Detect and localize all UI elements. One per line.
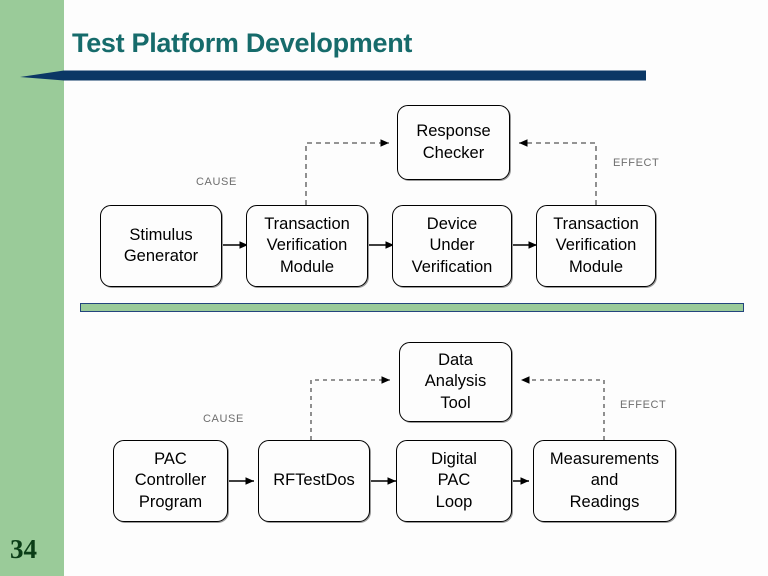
slide-canvas: 34 Test Platform Development Response Ch… <box>0 0 768 576</box>
section-divider <box>80 303 744 312</box>
node-line: Digital <box>431 450 477 469</box>
title-arrow-divider <box>20 70 646 81</box>
node-line: Program <box>138 492 203 511</box>
node-line: PAC <box>154 450 187 469</box>
node-line: Verification <box>266 236 348 255</box>
dashed-cause-path-bottom <box>310 376 390 440</box>
node-line: Stimulus <box>129 225 193 244</box>
diagram-verification-flow: Response Checker Stimulus Generator Tran… <box>0 95 768 300</box>
dashed-cause-path-top <box>305 139 389 205</box>
node-transaction-verification-module-2[interactable]: Transaction Verification Module <box>536 205 656 287</box>
node-line: Analysis <box>424 372 487 391</box>
node-data-analysis-tool[interactable]: Data Analysis Tool <box>399 342 512 422</box>
node-line: Tool <box>440 393 471 412</box>
node-line: Transaction <box>553 215 639 234</box>
node-line: and <box>590 471 619 490</box>
node-device-under-verification[interactable]: Device Under Verification <box>392 205 512 287</box>
label-effect-bottom: EFFECT <box>620 399 667 411</box>
dashed-effect-path-bottom <box>521 376 605 440</box>
node-line: Verification <box>411 257 493 276</box>
node-line: Under <box>429 236 475 255</box>
node-measurements-and-readings[interactable]: Measurements and Readings <box>533 440 676 522</box>
node-transaction-verification-module-1[interactable]: Transaction Verification Module <box>246 205 368 287</box>
node-line: Device <box>426 215 478 234</box>
node-line: RFTestDos <box>273 471 355 490</box>
node-line: Transaction <box>264 215 350 234</box>
label-effect-top: EFFECT <box>613 157 660 169</box>
node-line: Measurements <box>549 450 660 469</box>
node-line: Generator <box>123 247 199 265</box>
node-line: Module <box>279 257 335 276</box>
node-line: Controller <box>134 471 207 490</box>
node-line: Loop <box>435 492 473 511</box>
diagram-pac-test-flow: Data Analysis Tool PAC Controller Progra… <box>0 330 768 545</box>
node-rftestdos[interactable]: RFTestDos <box>258 440 370 522</box>
node-line: PAC <box>437 471 471 490</box>
node-pac-controller-program[interactable]: PAC Controller Program <box>113 440 228 522</box>
node-stimulus-generator[interactable]: Stimulus Generator <box>100 205 222 287</box>
node-response-checker[interactable]: Response Checker <box>397 105 510 180</box>
dashed-effect-path-top <box>519 139 597 205</box>
node-line: Response <box>416 122 491 141</box>
label-cause-top: CAUSE <box>196 176 237 188</box>
node-line: Checker <box>422 143 485 162</box>
page-title: Test Platform Development <box>72 28 413 58</box>
node-line: Readings <box>569 492 640 511</box>
label-cause-bottom: CAUSE <box>203 413 244 425</box>
node-line: Data <box>438 351 473 370</box>
title-arrow-shape <box>20 70 646 81</box>
node-digital-pac-loop[interactable]: Digital PAC Loop <box>396 440 512 522</box>
node-line: Module <box>568 257 624 276</box>
node-line: Verification <box>555 236 637 255</box>
